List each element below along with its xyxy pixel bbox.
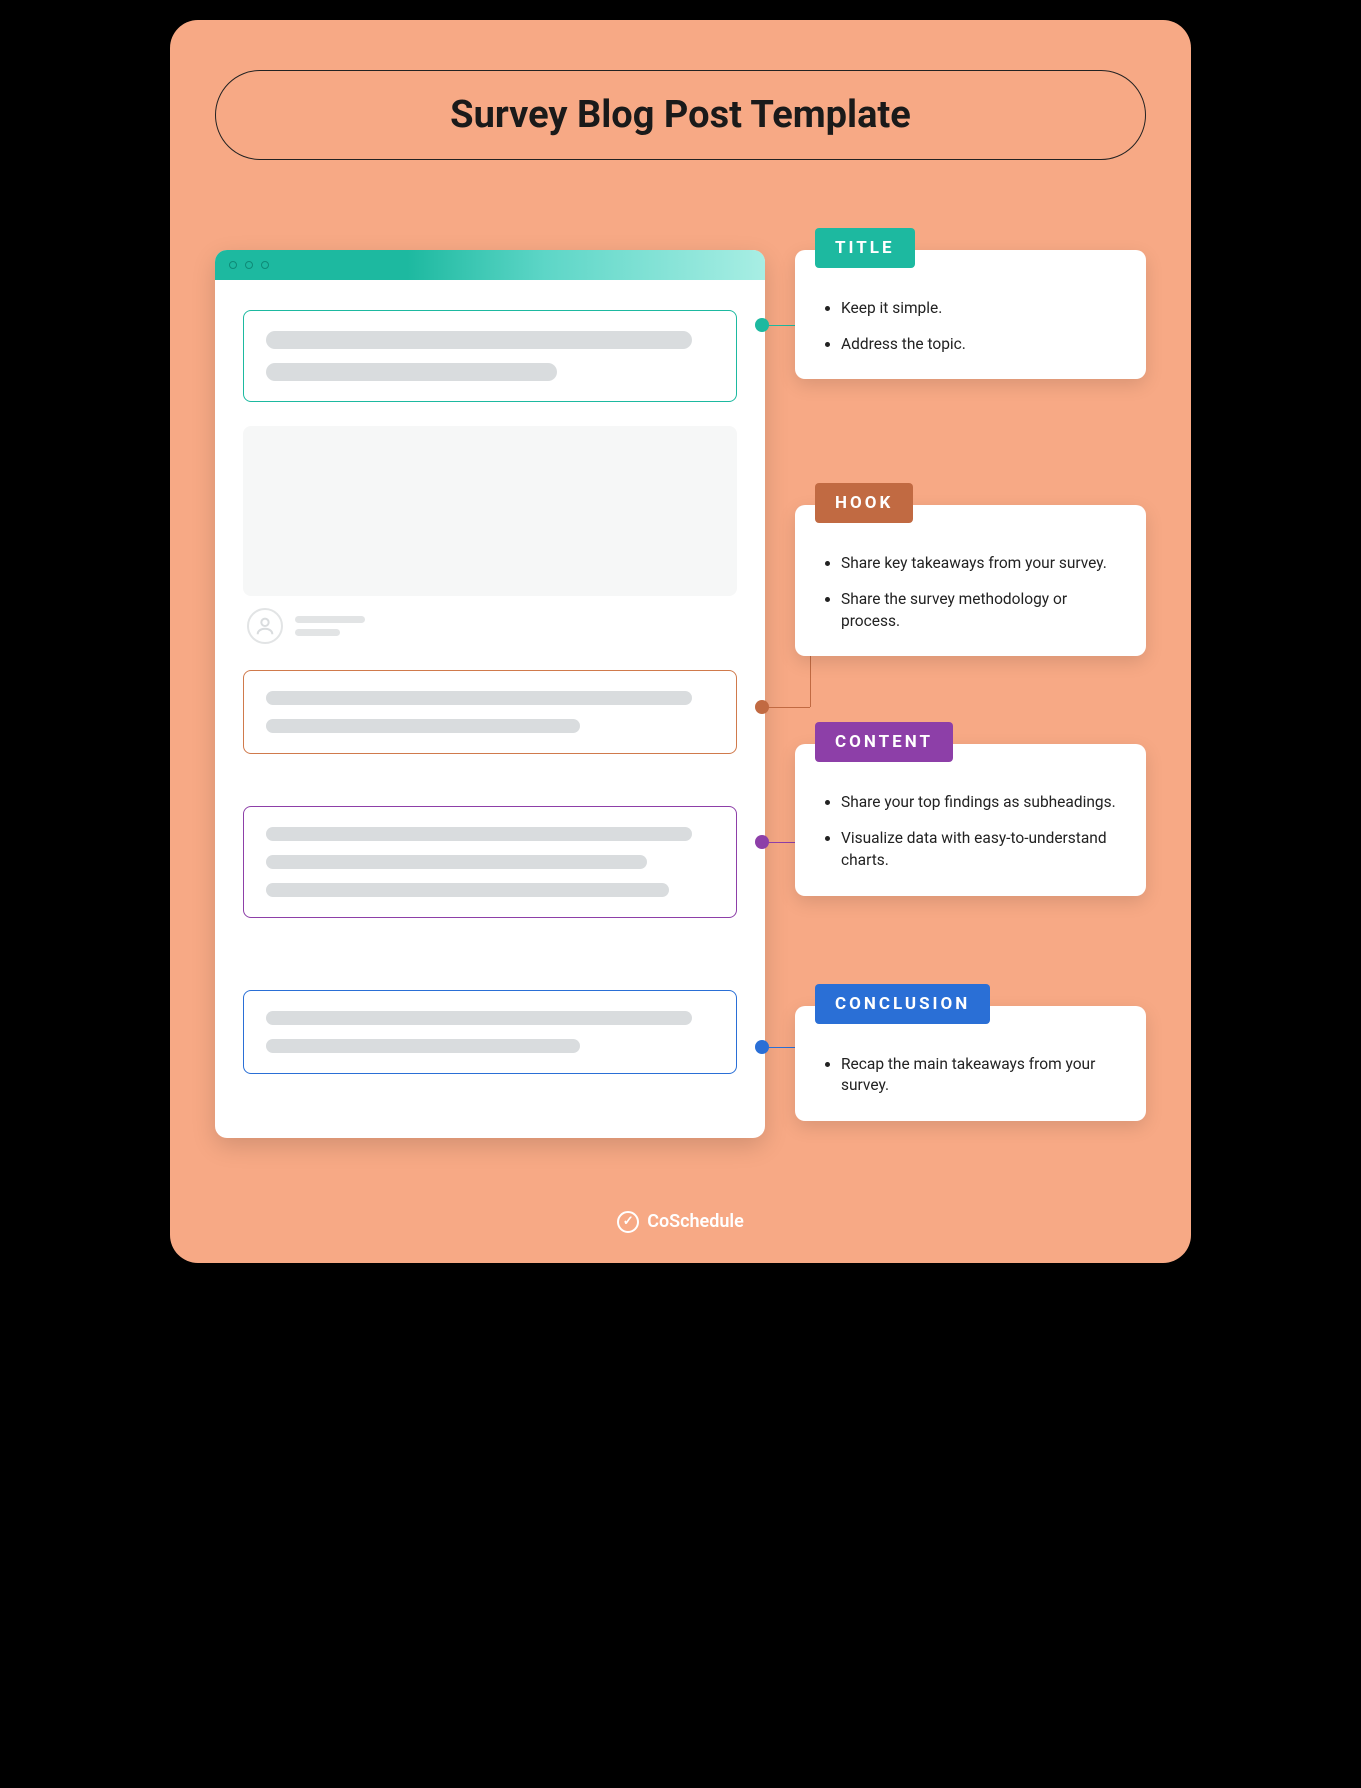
placeholder-line: [266, 883, 669, 897]
callout-conclusion: CONCLUSION Recap the main takeaways from…: [795, 1006, 1146, 1121]
window-dot-icon: [245, 261, 253, 269]
callout-item: Share your top findings as subheadings.: [841, 792, 1122, 814]
window-dot-icon: [261, 261, 269, 269]
brand-check-icon: ✓: [617, 1211, 639, 1233]
callout-item: Recap the main takeaways from your surve…: [841, 1054, 1122, 1097]
section-title: [243, 310, 737, 402]
callout-item: Share key takeaways from your survey.: [841, 553, 1122, 575]
placeholder-line: [266, 331, 692, 349]
placeholder-line: [266, 719, 580, 733]
placeholder-line: [266, 691, 692, 705]
placeholder-line: [295, 616, 365, 623]
callout-label: CONCLUSION: [815, 984, 990, 1024]
callout-item: Visualize data with easy-to-understand c…: [841, 828, 1122, 871]
content-row: TITLE Keep it simple. Address the topic.…: [215, 250, 1146, 1161]
author-lines: [295, 616, 365, 636]
callout-list: Share your top findings as subheadings. …: [819, 792, 1122, 871]
footer-brand: ✓ CoSchedule: [215, 1211, 1146, 1233]
placeholder-line: [266, 1011, 692, 1025]
callout-list: Recap the main takeaways from your surve…: [819, 1054, 1122, 1097]
page-title: Survey Blog Post Template: [256, 93, 1105, 137]
callout-item: Keep it simple.: [841, 298, 1122, 320]
callout-list: Keep it simple. Address the topic.: [819, 298, 1122, 355]
placeholder-line: [266, 827, 692, 841]
placeholder-line: [266, 363, 557, 381]
callout-title: TITLE Keep it simple. Address the topic.: [795, 250, 1146, 379]
callout-label: CONTENT: [815, 722, 953, 762]
placeholder-line: [266, 1039, 580, 1053]
callout-item: Address the topic.: [841, 334, 1122, 356]
section-content-a: [243, 670, 737, 754]
window-dot-icon: [229, 261, 237, 269]
callouts-column: TITLE Keep it simple. Address the topic.…: [795, 250, 1146, 1161]
infographic-frame: Survey Blog Post Template: [170, 20, 1191, 1263]
browser-bar: [215, 250, 765, 280]
callout-item: Share the survey methodology or process.: [841, 589, 1122, 632]
placeholder-line: [295, 629, 340, 636]
connector-dot-icon: [755, 318, 769, 332]
callout-label: HOOK: [815, 483, 913, 523]
section-content-b: [243, 806, 737, 918]
placeholder-line: [266, 855, 647, 869]
callout-label: TITLE: [815, 228, 915, 268]
callout-hook: HOOK Share key takeaways from your surve…: [795, 505, 1146, 656]
section-hook-image: [243, 426, 737, 596]
browser-mock: [215, 250, 765, 1138]
author-row: [247, 608, 737, 644]
avatar-icon: [247, 608, 283, 644]
callout-list: Share key takeaways from your survey. Sh…: [819, 553, 1122, 632]
callout-content: CONTENT Share your top findings as subhe…: [795, 744, 1146, 895]
brand-name: CoSchedule: [647, 1211, 744, 1232]
section-conclusion: [243, 990, 737, 1074]
browser-body: [215, 280, 765, 1138]
page-title-pill: Survey Blog Post Template: [215, 70, 1146, 160]
